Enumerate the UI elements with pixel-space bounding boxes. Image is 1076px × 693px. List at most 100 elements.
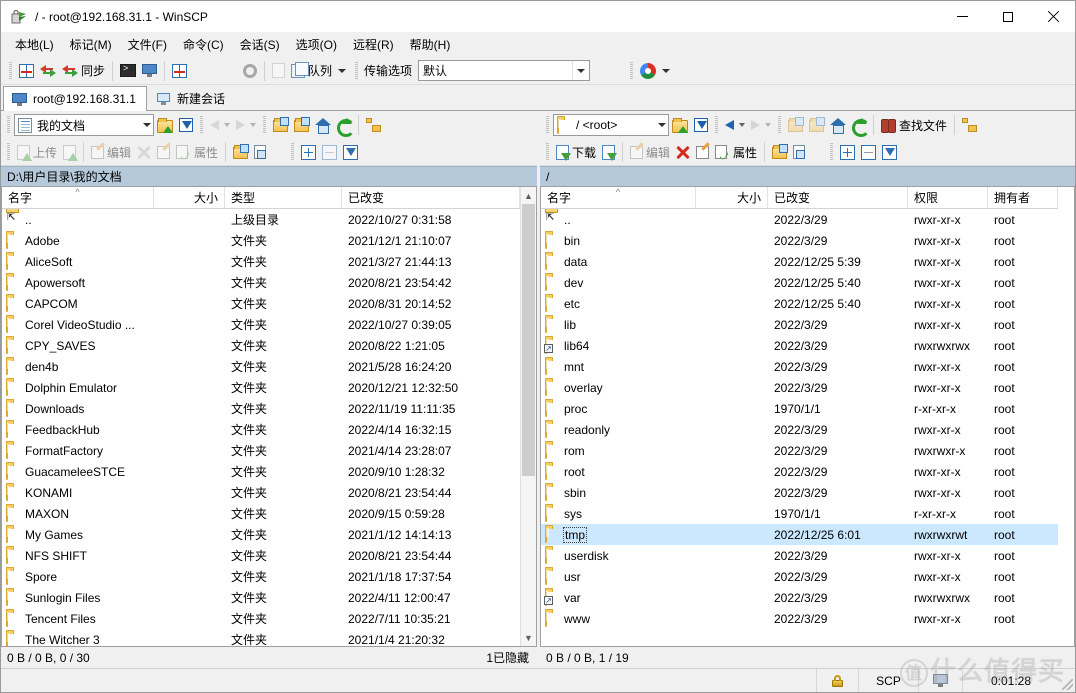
remote-address-bar[interactable]: / [540,166,1075,186]
preferences-button[interactable] [240,59,260,83]
queue-clear-button[interactable] [269,59,288,83]
local-col-size[interactable]: 大小 [154,187,225,208]
local-address-bar[interactable]: D:\用户目录\我的文档 [1,166,537,186]
local-parent-directory-button[interactable] [270,113,291,137]
remote-select-mask-button[interactable] [879,140,900,164]
remote-back-chevron-down-icon[interactable] [739,123,745,127]
table-row[interactable]: dev 2022/12/25 5:40 rwxr-xr-x root [541,272,1058,293]
table-row[interactable]: usr 2022/3/29 rwxr-xr-x root [541,566,1058,587]
local-refresh-button[interactable] [333,113,355,137]
local-col-type[interactable]: 类型 [225,187,342,208]
queue-button[interactable]: 队列 [288,59,351,83]
back-chevron-down-icon[interactable] [224,123,230,127]
local-delete-button[interactable] [134,140,154,164]
table-row[interactable]: mnt 2022/3/29 rwxr-xr-x root [541,356,1058,377]
local-unselect-button[interactable] [319,140,340,164]
table-row[interactable]: NFS SHIFT 文件夹 2020/8/21 23:54:44 [2,545,520,566]
open-terminal-button[interactable] [117,59,139,83]
local-scroll-up-button[interactable]: ▲ [521,187,536,204]
table-row[interactable]: lib 2022/3/29 rwxr-xr-x root [541,314,1058,335]
table-row[interactable]: rom 2022/3/29 rwxrwxr-x root [541,440,1058,461]
local-properties-button[interactable]: 属性 [191,140,221,164]
transfer-options-chevron-icon[interactable] [572,61,590,80]
table-row[interactable]: KONAMI 文件夹 2020/8/21 23:54:44 [2,482,520,503]
remote-forward-button[interactable] [748,113,774,137]
browser-chevron-down-icon[interactable] [662,68,671,73]
upload-button[interactable]: 上传 [14,140,60,164]
remote-rename-button[interactable] [693,140,712,164]
split-panes-button[interactable] [16,59,37,83]
transfer-options-combo[interactable]: 默认 [418,60,591,81]
remote-properties-button[interactable]: 属性 [730,140,760,164]
local-toolbar-grip[interactable] [7,116,10,134]
table-row[interactable]: proc 1970/1/1 r-xr-xr-x root [541,398,1058,419]
table-row[interactable]: AliceSoft 文件夹 2021/3/27 21:44:13 [2,251,520,272]
local-new-file-button[interactable] [251,140,269,164]
table-row[interactable]: overlay 2022/3/29 rwxr-xr-x root [541,377,1058,398]
remote-home-directory-button[interactable] [827,113,848,137]
remote-toolbar-grip[interactable] [546,116,549,134]
resize-grip-icon[interactable] [1059,669,1075,692]
status-protocol[interactable]: SCP [859,669,919,692]
table-row[interactable]: The Witcher 3 文件夹 2021/1/4 21:20:32 [2,629,520,646]
forward-chevron-down-icon[interactable] [250,123,256,127]
remote-delete-button[interactable] [673,140,693,164]
local-directory-tree-button[interactable] [363,113,384,137]
sync-browsing-button[interactable] [37,59,59,83]
download-button[interactable]: 下载 [553,140,599,164]
local-path-combo[interactable]: 我的文档 [14,114,154,136]
remote-select-button[interactable] [837,140,858,164]
table-row[interactable]: Spore 文件夹 2021/1/18 17:37:54 [2,566,520,587]
local-path-chevron-down-icon[interactable] [143,115,151,135]
remote-duplicate-button[interactable] [712,140,730,164]
table-row[interactable]: Corel VideoStudio ... 文件夹 2022/10/27 0:39:… [2,314,520,335]
remote-unselect-button[interactable] [858,140,879,164]
local-rename-button[interactable] [154,140,173,164]
table-row[interactable]: ⇱.. 上级目录 2022/10/27 0:31:58 [2,209,520,230]
local-nav-grip[interactable] [200,116,203,134]
table-row[interactable]: ↗ var 2022/3/29 rwxrwxrwx root [541,587,1058,608]
local-col-name[interactable]: 名字 ^ [2,187,154,208]
local-vertical-scrollbar[interactable]: ▲ ▼ [520,187,536,646]
remote-filter-button[interactable] [691,113,711,137]
remote-col-owner[interactable]: 拥有者 [988,187,1058,208]
local-col-modified[interactable]: 已改变 [342,187,520,208]
transfer-options-grip[interactable] [355,61,359,80]
local-open-directory-button[interactable] [154,113,176,137]
remote-edit-button[interactable]: 编辑 [627,140,673,164]
local-file-toolbar-grip[interactable] [7,143,10,161]
remote-col-name[interactable]: 名字 ^ [541,187,696,208]
close-button[interactable] [1030,1,1075,32]
table-row[interactable]: Tencent Files 文件夹 2022/7/11 10:35:21 [2,608,520,629]
local-scroll-down-button[interactable]: ▼ [521,629,536,646]
local-select-mask-button[interactable] [340,140,361,164]
remote-new-directory-button[interactable] [769,140,790,164]
find-files-button[interactable]: 查找文件 [878,113,950,137]
table-row[interactable]: root 2022/3/29 rwxr-xr-x root [541,461,1058,482]
remote-open-directory-button[interactable] [669,113,691,137]
remote-path-chevron-down-icon[interactable] [658,115,666,135]
remote-parent-directory-button[interactable] [785,113,806,137]
table-row[interactable]: Sunlogin Files 文件夹 2022/4/11 12:00:47 [2,587,520,608]
local-duplicate-button[interactable] [173,140,191,164]
remote-forward-chevron-down-icon[interactable] [765,123,771,127]
table-row[interactable]: CAPCOM 文件夹 2020/8/31 20:14:52 [2,293,520,314]
local-dir-grip[interactable] [263,116,266,134]
remote-root-directory-button[interactable] [806,113,827,137]
table-row[interactable]: MAXON 文件夹 2020/9/15 0:59:28 [2,503,520,524]
menu-mark[interactable]: 标记(M) [62,33,120,56]
menu-commands[interactable]: 命令(C) [175,33,232,56]
table-row[interactable]: Adobe 文件夹 2021/12/1 21:10:07 [2,230,520,251]
local-edit-button[interactable]: 编辑 [88,140,134,164]
local-back-button[interactable] [207,113,233,137]
open-in-browser-button[interactable] [637,59,675,83]
download-options-button[interactable] [599,140,618,164]
remote-directory-tree-button[interactable] [959,113,980,137]
remote-nav-grip[interactable] [715,116,718,134]
menu-options[interactable]: 选项(O) [288,33,345,56]
table-row[interactable]: Apowersoft 文件夹 2020/8/21 23:54:42 [2,272,520,293]
refresh-all-button[interactable] [169,59,190,83]
remote-back-button[interactable] [722,113,748,137]
menu-local[interactable]: 本地(L) [7,33,62,56]
local-scroll-track[interactable] [521,204,536,629]
